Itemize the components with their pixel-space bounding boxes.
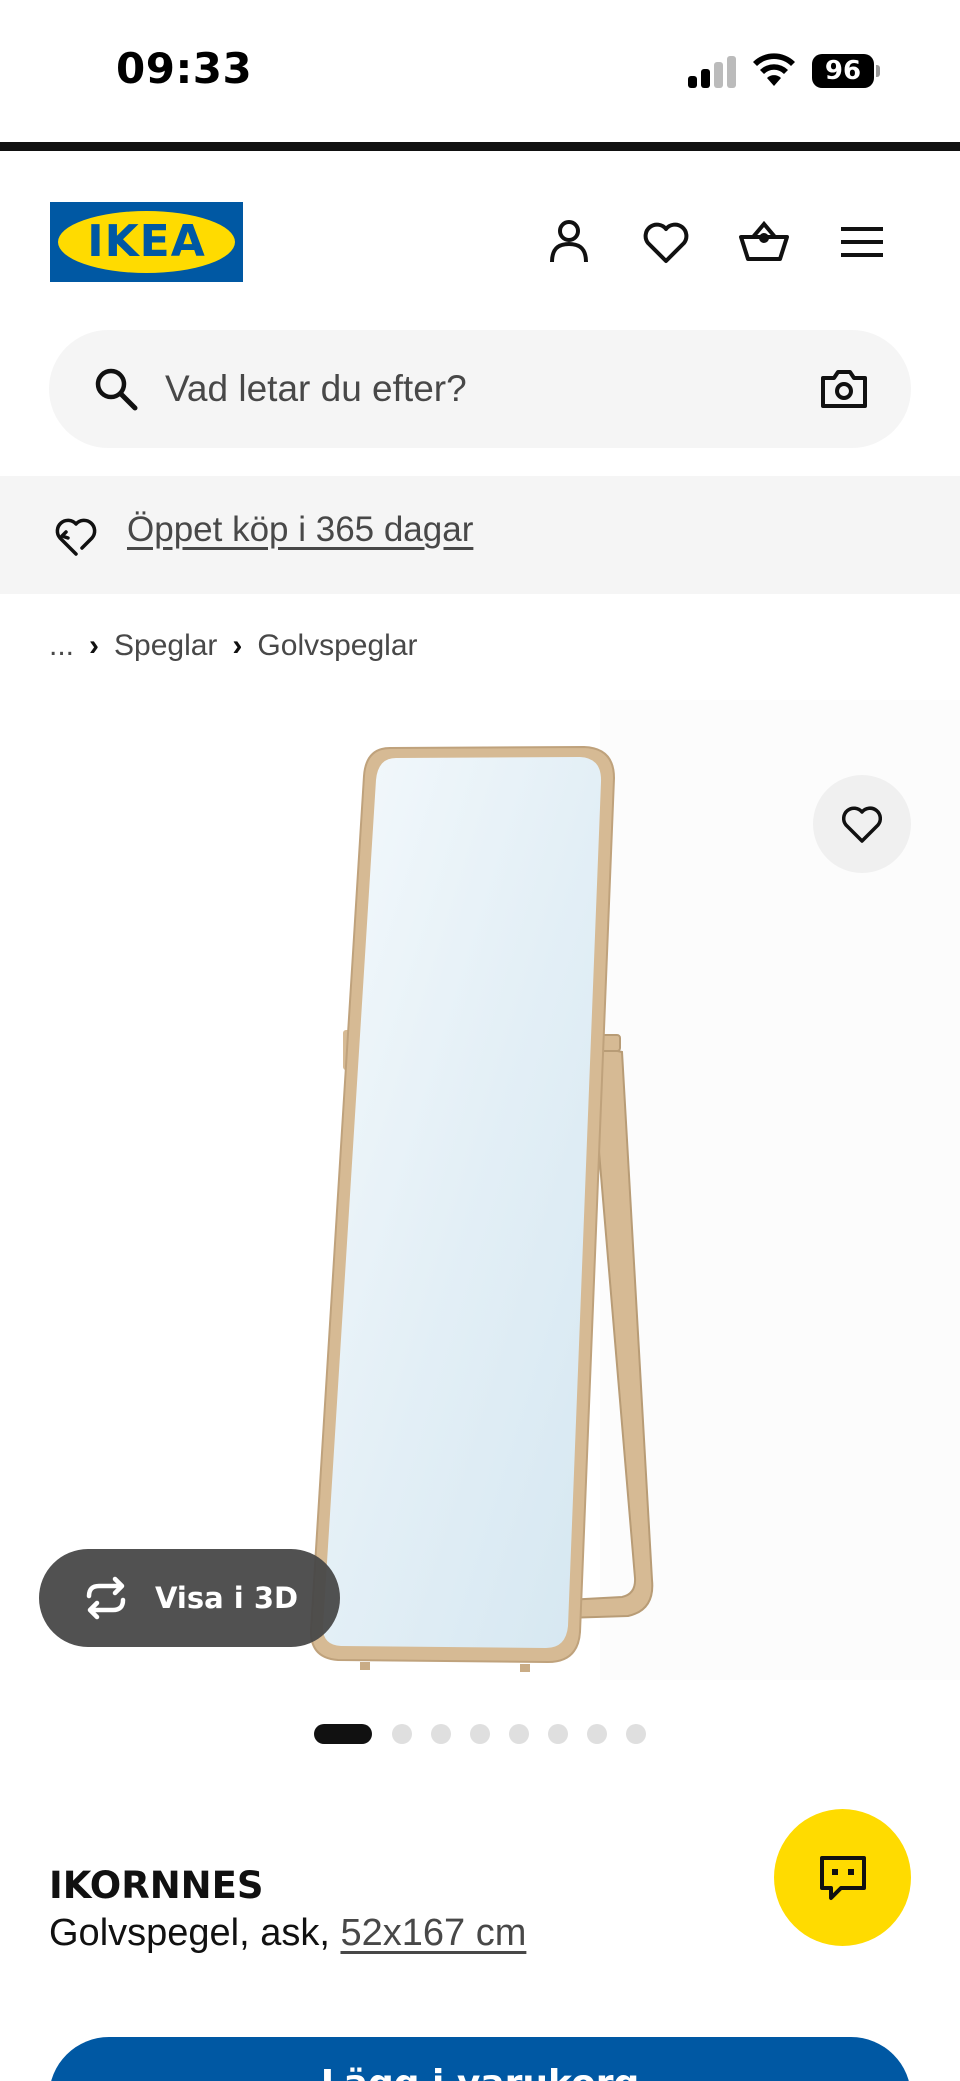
- rotate-3d-icon: [81, 1576, 131, 1620]
- product-size-link[interactable]: 52x167 cm: [340, 1912, 526, 1954]
- return-policy-banner: Öppet köp i 365 dagar: [0, 476, 960, 594]
- divider: [0, 142, 960, 151]
- pagination-dot[interactable]: [587, 1724, 607, 1744]
- pagination-dot[interactable]: [392, 1724, 412, 1744]
- search-icon: [91, 364, 141, 414]
- pagination-dot[interactable]: [626, 1724, 646, 1744]
- breadcrumb-item-golvspeglar[interactable]: Golvspeglar: [257, 629, 417, 663]
- battery-icon: 96: [812, 54, 880, 88]
- pagination-dot-active[interactable]: [314, 1724, 372, 1744]
- ikea-logo[interactable]: IKEA: [50, 202, 243, 282]
- search-input[interactable]: Vad letar du efter?: [49, 330, 911, 448]
- status-time: 09:33: [116, 44, 253, 93]
- add-to-cart-button[interactable]: Lägg i varukorg: [49, 2037, 911, 2081]
- view-in-3d-button[interactable]: Visa i 3D: [39, 1549, 340, 1647]
- add-to-favorites-button[interactable]: [813, 775, 911, 873]
- product-name: IKORNNES: [49, 1864, 264, 1907]
- view-in-3d-label: Visa i 3D: [155, 1581, 299, 1615]
- breadcrumb-more[interactable]: ...: [49, 629, 74, 663]
- product-description: Golvspegel, ask, 52x167 cm: [49, 1912, 526, 1955]
- add-to-cart-label: Lägg i varukorg: [49, 2063, 911, 2081]
- return-policy-link[interactable]: Öppet köp i 365 dagar: [127, 476, 473, 584]
- pagination-dot[interactable]: [548, 1724, 568, 1744]
- cellular-signal-icon: [688, 56, 738, 88]
- return-heart-icon: [52, 512, 100, 560]
- user-icon[interactable]: [541, 214, 597, 270]
- wifi-icon: [752, 52, 796, 88]
- status-bar: 09:33 96: [0, 0, 960, 140]
- chevron-right-icon: ›: [89, 629, 100, 662]
- breadcrumb: ... › Speglar › Golvspeglar: [49, 626, 418, 666]
- breadcrumb-item-speglar[interactable]: Speglar: [114, 629, 217, 663]
- camera-icon[interactable]: [819, 364, 869, 414]
- pagination-dot[interactable]: [509, 1724, 529, 1744]
- menu-icon[interactable]: [834, 214, 890, 270]
- pagination-dot[interactable]: [470, 1724, 490, 1744]
- logo-text: IKEA: [87, 216, 206, 267]
- product-type: Golvspegel, ask,: [49, 1912, 341, 1954]
- chevron-right-icon: ›: [232, 629, 243, 662]
- basket-icon[interactable]: [736, 214, 792, 270]
- heart-icon: [841, 806, 883, 843]
- chat-icon: [820, 1856, 866, 1900]
- pagination-dot[interactable]: [431, 1724, 451, 1744]
- heart-icon[interactable]: [638, 214, 694, 270]
- chat-button[interactable]: [774, 1809, 911, 1946]
- search-placeholder: Vad letar du efter?: [165, 368, 467, 409]
- battery-level: 96: [812, 54, 874, 88]
